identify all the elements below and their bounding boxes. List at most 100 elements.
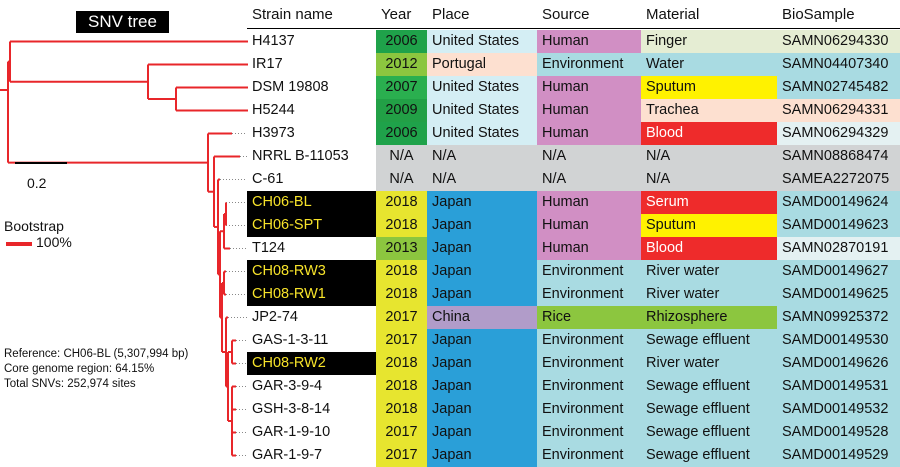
cell-strain: GAS-1-3-11 — [252, 332, 329, 348]
cell-year: 2006 — [376, 30, 427, 53]
table-row: CH08-RW2 2018 Japan Environment River water S… — [247, 352, 900, 375]
cell-strain: CH08-RW2 — [247, 352, 376, 375]
scale-label: 0.2 — [27, 175, 47, 191]
cell-source: Environment — [537, 352, 641, 375]
header-material: Material — [646, 6, 700, 23]
cell-biosample: SAMD00149528 — [777, 421, 900, 444]
cell-source: Environment — [537, 329, 641, 352]
cell-strain: CH06-SPT — [247, 214, 376, 237]
table-row: CH08-RW1 2018 Japan Environment River water S… — [247, 283, 900, 306]
cell-place: Japan — [427, 444, 537, 467]
cell-place: Japan — [427, 375, 537, 398]
table-row: GAR-3-9-4 2018 Japan Environment Sewage effl… — [247, 375, 900, 398]
cell-place: China — [427, 306, 537, 329]
cell-place: Japan — [427, 283, 537, 306]
cell-biosample: SAMN02745482 — [777, 76, 900, 99]
cell-biosample: SAMN02870191 — [777, 237, 900, 260]
cell-material: Trachea — [641, 99, 777, 122]
cell-material: Blood — [641, 237, 777, 260]
cell-year: 2009 — [376, 99, 427, 122]
cell-biosample: SAMD00149531 — [777, 375, 900, 398]
cell-material: N/A — [641, 145, 777, 168]
cell-year: 2018 — [376, 352, 427, 375]
cell-strain: GAR-3-9-4 — [252, 378, 323, 394]
cell-strain: T124 — [252, 240, 286, 256]
cell-material: Sputum — [641, 214, 777, 237]
cell-source: Human — [537, 76, 641, 99]
cell-biosample: SAMN06294331 — [777, 99, 900, 122]
cell-biosample: SAMN04407340 — [777, 53, 900, 76]
cell-year: 2018 — [376, 283, 427, 306]
cell-material: Sewage effluent — [641, 444, 777, 467]
table-row: CH06-BL 2018 Japan Human Serum SAMD00149624 — [247, 191, 900, 214]
cell-place: United States — [427, 30, 537, 53]
cell-place: Japan — [427, 191, 537, 214]
cell-strain: IR17 — [252, 56, 283, 72]
cell-source: Human — [537, 214, 641, 237]
cell-strain: H3973 — [252, 125, 295, 141]
cell-strain: CH06-BL — [247, 191, 376, 214]
table-row: CH08-RW3 2018 Japan Environment River water S… — [247, 260, 900, 283]
cell-year: N/A — [376, 145, 427, 168]
cell-place: N/A — [427, 168, 537, 191]
table-row: NRRL B-11053 N/A N/A N/A N/A SAMN08868474 — [247, 145, 900, 168]
cell-material: Sewage effluent — [641, 329, 777, 352]
bootstrap-legend-value: 100% — [36, 234, 72, 250]
info-reference: Reference: CH06-BL (5,307,994 bp) — [4, 348, 189, 360]
cell-strain: CH08-RW3 — [247, 260, 376, 283]
cell-strain: C-61 — [252, 171, 284, 187]
cell-biosample: SAMD00149623 — [777, 214, 900, 237]
cell-source: Environment — [537, 53, 641, 76]
cell-place: Japan — [427, 329, 537, 352]
table-row: IR17 2012 Portugal Environment Water SAMN0440… — [247, 53, 900, 76]
cell-place: Portugal — [427, 53, 537, 76]
cell-material: River water — [641, 260, 777, 283]
tree-info: Reference: CH06-BL (5,307,994 bp) Core g… — [4, 347, 188, 392]
cell-year: 2018 — [376, 214, 427, 237]
cell-place: N/A — [427, 145, 537, 168]
bootstrap-legend-swatch — [6, 242, 32, 246]
cell-strain: H4137 — [252, 33, 295, 49]
cell-place: United States — [427, 76, 537, 99]
cell-source: Human — [537, 30, 641, 53]
cell-year: 2018 — [376, 191, 427, 214]
cell-strain: NRRL B-11053 — [252, 148, 349, 164]
cell-biosample: SAMD00149625 — [777, 283, 900, 306]
cell-strain: H5244 — [252, 102, 295, 118]
cell-strain: GAR-1-9-10 — [252, 424, 331, 440]
cell-place: Japan — [427, 214, 537, 237]
cell-year: 2017 — [376, 444, 427, 467]
cell-strain: GSH-3-8-14 — [252, 401, 331, 417]
header-place: Place — [432, 6, 470, 23]
cell-source: Environment — [537, 421, 641, 444]
cell-place: United States — [427, 122, 537, 145]
cell-material: Rhizosphere — [641, 306, 777, 329]
cell-source: Environment — [537, 260, 641, 283]
cell-biosample: SAMN08868474 — [777, 145, 900, 168]
cell-source: N/A — [537, 168, 641, 191]
cell-year: 2012 — [376, 53, 427, 76]
cell-source: Human — [537, 99, 641, 122]
cell-year: 2013 — [376, 237, 427, 260]
cell-strain: CH08-RW1 — [247, 283, 376, 306]
cell-source: Environment — [537, 444, 641, 467]
cell-place: Japan — [427, 398, 537, 421]
cell-source: Human — [537, 191, 641, 214]
header-source: Source — [542, 6, 590, 23]
cell-source: N/A — [537, 145, 641, 168]
header-rule — [247, 28, 900, 29]
cell-year: 2018 — [376, 260, 427, 283]
cell-biosample: SAMD00149626 — [777, 352, 900, 375]
cell-biosample: SAMD00149529 — [777, 444, 900, 467]
table-row: JP2-74 2017 China Rice Rhizosphere SAMN099253… — [247, 306, 900, 329]
table-row: CH06-SPT 2018 Japan Human Sputum SAMD00149623 — [247, 214, 900, 237]
cell-material: River water — [641, 352, 777, 375]
info-total-snvs: Total SNVs: 252,974 sites — [4, 378, 136, 390]
table-row: H4137 2006 United States Human Finger SAMN062… — [247, 30, 900, 53]
cell-material: Water — [641, 53, 777, 76]
bootstrap-legend-title: Bootstrap — [4, 218, 64, 234]
cell-place: Japan — [427, 421, 537, 444]
cell-biosample: SAMN06294330 — [777, 30, 900, 53]
cell-biosample: SAMN09925372 — [777, 306, 900, 329]
table-row: GSH-3-8-14 2018 Japan Environment Sewage eff… — [247, 398, 900, 421]
